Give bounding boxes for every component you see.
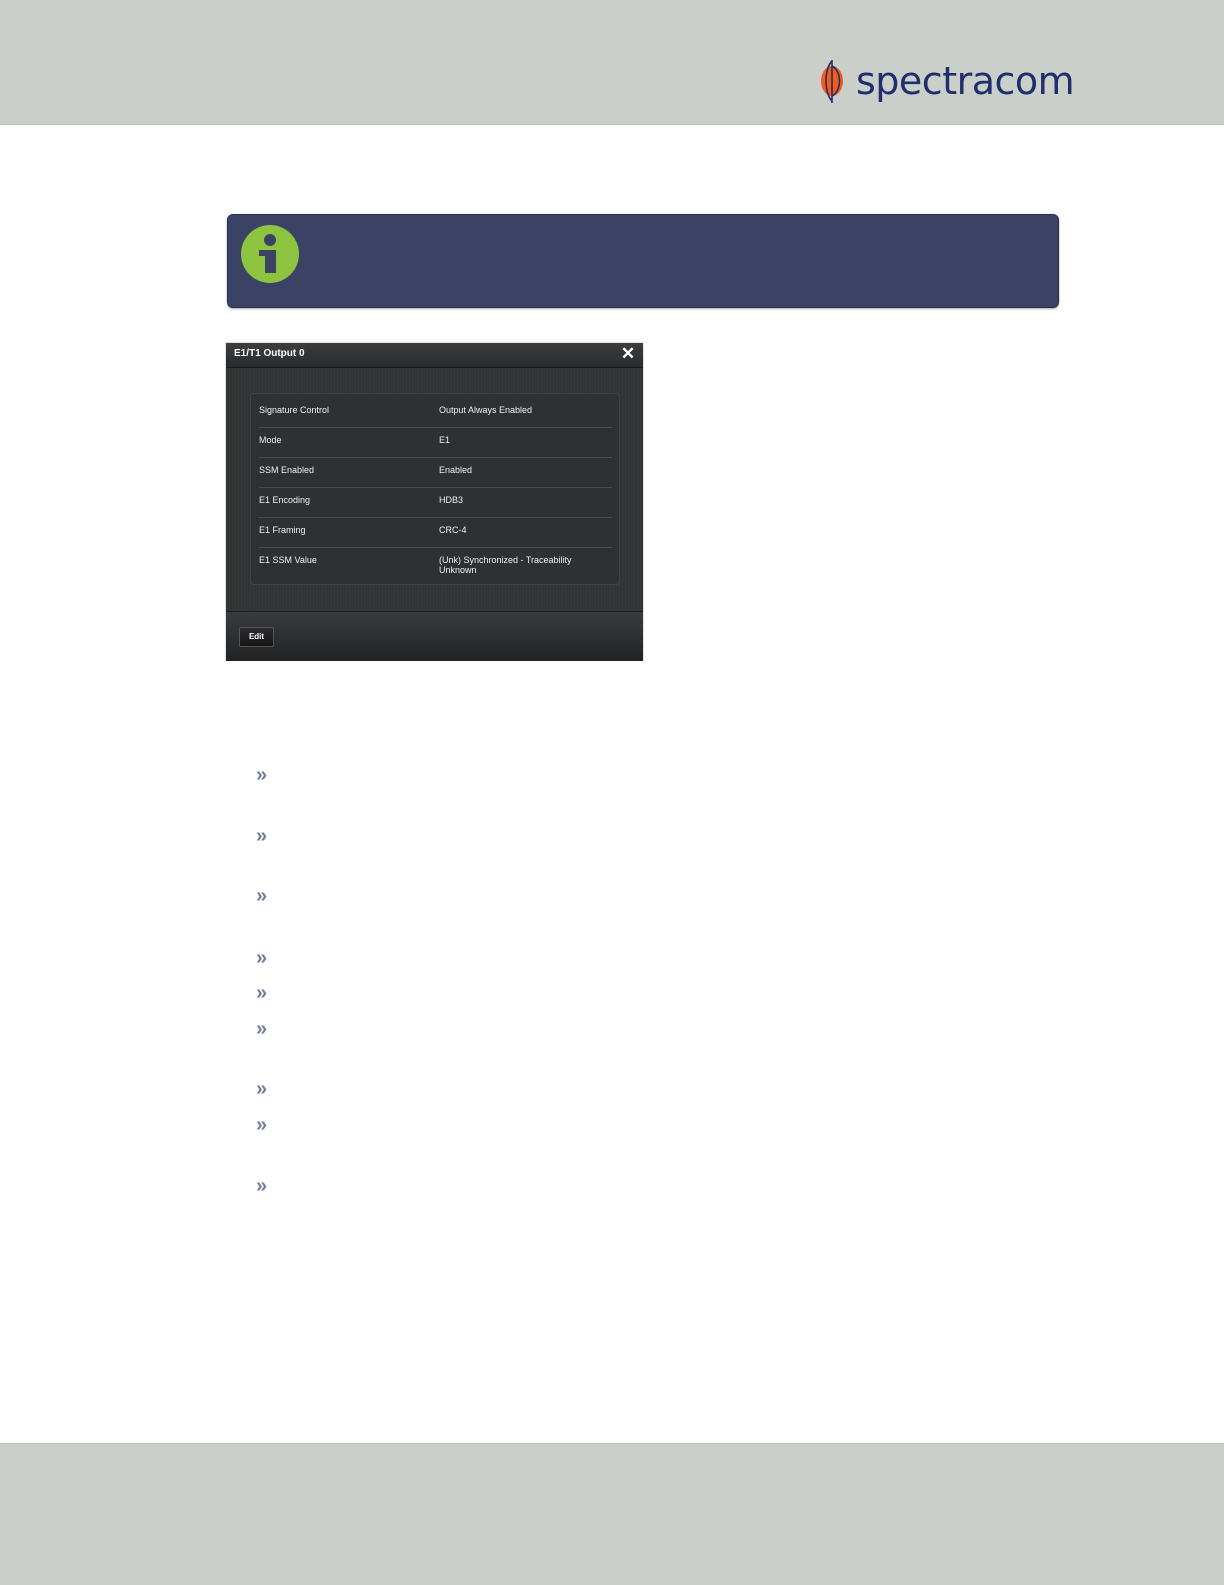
property-value: HDB3 [439,495,464,505]
double-chevron-right-icon: » [256,1078,268,1100]
property-value: Output Always Enabled [439,405,533,415]
property-label: E1 Encoding [259,495,311,505]
property-value: E1 [439,435,451,445]
page-header: spectracom [0,0,1224,125]
property-row: E1 SSM Value (Unk) Synchronized - Tracea… [259,547,612,577]
property-row: SSM Enabled Enabled [259,457,612,488]
property-value: CRC-4 [439,525,467,535]
property-row: Mode E1 [259,427,612,458]
double-chevron-right-icon: » [256,885,268,907]
dialog-footer: Edit [226,611,643,661]
edit-button[interactable]: Edit [239,627,274,647]
property-label: E1 Framing [259,525,306,535]
double-chevron-right-icon: » [256,1018,268,1040]
page-footer [0,1443,1224,1585]
property-row: E1 Encoding HDB3 [259,487,612,518]
info-note-box [227,214,1059,308]
property-row: Signature Control Output Always Enabled [259,397,612,428]
close-icon[interactable]: ✕ [620,345,636,363]
double-chevron-right-icon: » [256,1175,268,1197]
double-chevron-right-icon: » [256,947,268,969]
dialog-titlebar: E1/T1 Output 0 ✕ [226,343,643,368]
brand-name: spectracom [856,59,1075,103]
e1-t1-output-dialog: E1/T1 Output 0 ✕ Signature Control Outpu… [226,343,643,661]
double-chevron-right-icon: » [256,764,268,786]
property-value: Enabled [439,465,473,475]
spectracom-orb-logo-icon [821,60,843,103]
property-label: Mode [259,435,282,445]
info-icon [241,225,299,283]
property-label: Signature Control [259,405,330,415]
property-label: E1 SSM Value [259,555,317,565]
property-label: SSM Enabled [259,465,315,475]
properties-panel: Signature Control Output Always Enabled … [250,393,620,585]
spectracom-logo: spectracom [818,56,1075,106]
property-row: E1 Framing CRC-4 [259,517,612,548]
dialog-title: E1/T1 Output 0 [234,348,305,359]
double-chevron-right-icon: » [256,1114,268,1136]
property-value: (Unk) Synchronized - Traceability Unknow… [439,555,572,575]
double-chevron-right-icon: » [256,982,268,1004]
double-chevron-right-icon: » [256,825,268,847]
